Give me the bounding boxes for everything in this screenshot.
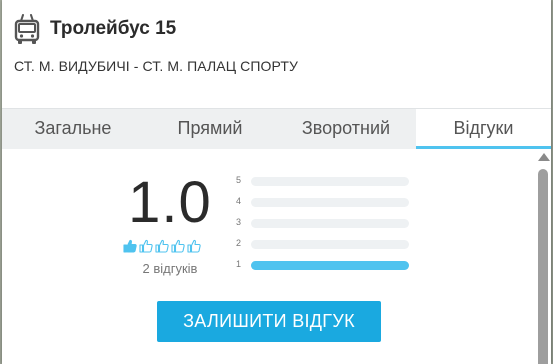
- tab-reviews[interactable]: Відгуки: [416, 109, 551, 149]
- thumb-up-filled-icon: [123, 239, 137, 253]
- tab-general[interactable]: Загальне: [2, 109, 144, 147]
- rating-bar-row: 3: [236, 217, 416, 229]
- route-title: Тролейбус 15: [50, 18, 177, 39]
- rating-bar-label: 1: [236, 259, 242, 269]
- leave-review-button[interactable]: ЗАЛИШИТИ ВІДГУК: [157, 301, 381, 342]
- average-rating: 1.0: [128, 170, 212, 235]
- thumb-up-outline-icon: [187, 239, 201, 253]
- rating-bar-row: 2: [236, 238, 416, 250]
- thumb-up-outline-icon: [171, 239, 185, 253]
- rating-bar-label: 4: [236, 196, 242, 206]
- rating-bar-label: 2: [236, 238, 242, 248]
- reviews-content: 1.0 2 відгуків 5 4 3 2 1 ЗАЛИШИТИ ВІДГУК: [2, 149, 551, 364]
- thumb-up-outline-icon: [155, 239, 169, 253]
- rating-bar-label: 3: [236, 217, 242, 227]
- rating-bar-row: 1: [236, 259, 416, 271]
- tab-forward[interactable]: Прямий: [144, 109, 276, 147]
- scroll-up-arrow-icon[interactable]: [538, 153, 550, 161]
- rating-bar-track: [251, 261, 409, 270]
- thumb-up-outline-icon: [139, 239, 153, 253]
- tab-return[interactable]: Зворотний: [276, 109, 416, 147]
- scrollbar[interactable]: [535, 149, 551, 364]
- trolleybus-icon: [14, 14, 40, 44]
- rating-bar-row: 4: [236, 196, 416, 208]
- rating-bar-fill: [251, 261, 409, 270]
- rating-bar-track: [251, 198, 409, 207]
- rating-bar-label: 5: [236, 175, 242, 185]
- rating-bar-track: [251, 177, 409, 186]
- rating-bar-row: 5: [236, 175, 416, 187]
- rating-bar-track: [251, 219, 409, 228]
- route-panel: Тролейбус 15 СТ. М. ВИДУБИЧІ - СТ. М. ПА…: [2, 0, 551, 364]
- review-count: 2 відгуків: [142, 261, 198, 276]
- rating-bar-track: [251, 240, 409, 249]
- route-endpoints: СТ. М. ВИДУБИЧІ - СТ. М. ПАЛАЦ СПОРТУ: [14, 58, 298, 74]
- scrollbar-thumb[interactable]: [538, 169, 548, 364]
- rating-thumbs: [123, 239, 201, 255]
- panel-header: Тролейбус 15 СТ. М. ВИДУБИЧІ - СТ. М. ПА…: [2, 0, 551, 107]
- tab-bar: Загальне Прямий Зворотний Відгуки: [2, 108, 551, 149]
